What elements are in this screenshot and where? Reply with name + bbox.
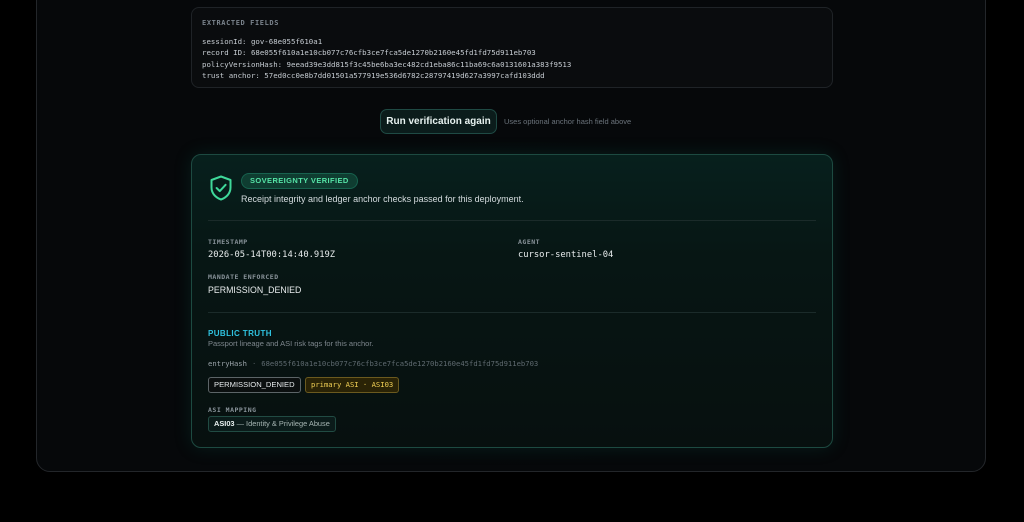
run-verification-hint: Uses optional anchor hash field above (504, 117, 632, 126)
status-badge: SOVEREIGNTY VERIFIED (241, 173, 358, 189)
entry-hash-line: entryHash · 68e055f610a1e10cb077c76cfb3ce7… (208, 359, 538, 368)
agent-label: AGENT (518, 238, 541, 246)
divider (208, 312, 816, 313)
public-truth-title: PUBLIC TRUTH (208, 329, 272, 338)
run-verification-button[interactable]: Run verification again (380, 109, 497, 134)
entry-hash-value: 68e055f610a1e10cb077c76cfb3ce7fca5de1270… (261, 359, 539, 368)
mandate-value: PERMISSION_DENIED (208, 285, 302, 295)
entry-hash-key: entryHash (208, 359, 247, 368)
agent-value: cursor-sentinel-04 (518, 250, 614, 260)
timestamp-label: TIMESTAMP (208, 238, 248, 246)
field-session-id: sessionId: gov-68e055f610a1 (202, 37, 323, 46)
asi-mapping-text: — Identity & Privilege Abuse (234, 419, 330, 428)
mandate-label: MANDATE ENFORCED (208, 273, 279, 281)
field-policy-version-hash: policyVersionHash: 9eead39e3dd815f3c45be… (202, 59, 572, 69)
timestamp-value: 2026-05-14T00:14:40.919Z (208, 250, 336, 260)
primary-asi-tag: primary ASI · ASI03 (305, 377, 400, 393)
divider (208, 220, 816, 221)
asi-mapping-code: ASI03 (214, 419, 235, 428)
public-truth-subtitle: Passport lineage and ASI risk tags for t… (208, 339, 374, 348)
entry-hash-separator: · (251, 359, 257, 368)
permission-denied-tag: PERMISSION_DENIED (208, 377, 301, 393)
verification-result-card: SOVEREIGNTY VERIFIED Receipt integrity a… (191, 154, 833, 448)
field-record-id: record ID: 68e055f610a1e10cb077c76cfb3ce… (202, 48, 536, 58)
extracted-fields-panel: EXTRACTED FIELDS sessionId: gov-68e055f6… (191, 7, 833, 88)
extracted-fields-title: EXTRACTED FIELDS (202, 19, 280, 27)
page: EXTRACTED FIELDS sessionId: gov-68e055f6… (0, 0, 1024, 522)
asi-mapping-label: ASI MAPPING (208, 406, 257, 414)
asi-mapping-chip: ASI03 — Identity & Privilege Abuse (208, 416, 336, 432)
shield-check-icon (210, 175, 232, 201)
verification-description: Receipt integrity and ledger anchor chec… (241, 194, 524, 204)
field-trust-anchor: trust anchor: 57ed0cc0e8b7dd01501a577919… (202, 70, 545, 80)
